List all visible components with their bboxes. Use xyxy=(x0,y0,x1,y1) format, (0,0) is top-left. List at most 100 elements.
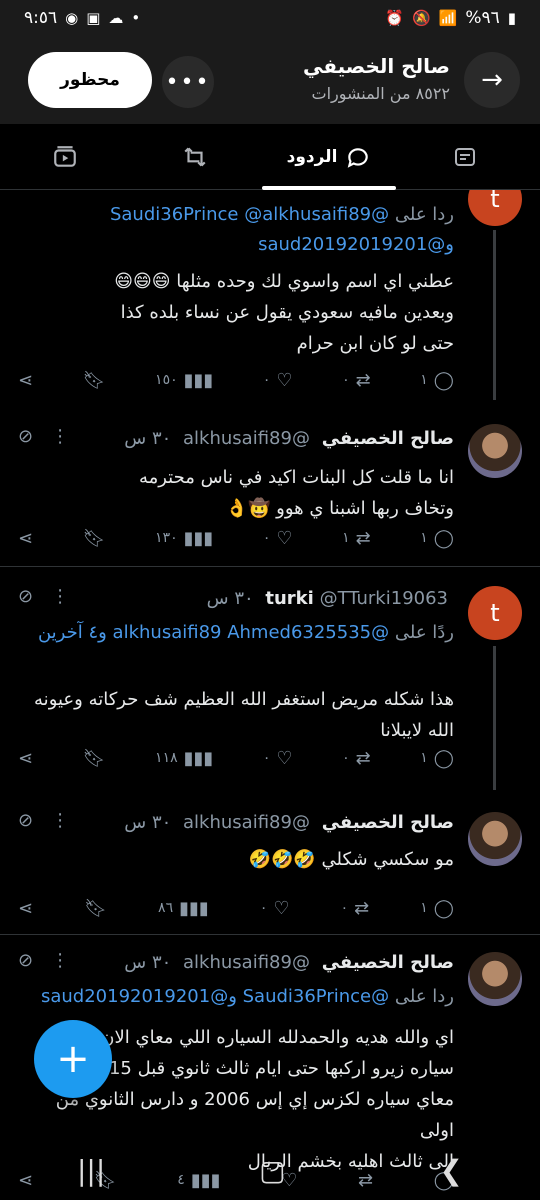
dot-icon: • xyxy=(131,9,141,27)
status-right-icons: ٩:٥٦ ◉ ▣ ☁ • xyxy=(24,8,140,28)
battery-percent: %٩٦ xyxy=(465,8,500,28)
share-button[interactable]: ⋖ xyxy=(18,898,33,919)
reply-button[interactable]: ١ ◯ xyxy=(420,748,454,769)
mention-link[interactable]: @Saudi36Prince و@saud20192019201 xyxy=(41,986,389,1007)
mute-icon: 🔕 xyxy=(411,9,431,27)
share-button[interactable]: ⋖ xyxy=(18,748,33,769)
share-button[interactable]: ⋖ xyxy=(18,528,33,549)
reply-button[interactable]: ١ ◯ xyxy=(420,898,454,919)
share-icon: ⋖ xyxy=(18,897,34,919)
video-icon xyxy=(54,146,76,167)
heart-icon: ♡ xyxy=(276,527,293,549)
tab-reposts[interactable] xyxy=(160,124,230,190)
kebab-menu-icon[interactable]: ⋮ xyxy=(51,950,69,971)
reply-icon: ◯ xyxy=(433,747,454,769)
wifi-icon: 📶 xyxy=(438,9,458,27)
author-handle[interactable]: @alkhusaifi89 xyxy=(183,428,310,449)
status-time: ٩:٥٦ xyxy=(24,8,58,28)
like-button[interactable]: ٠ ♡ xyxy=(263,370,293,391)
avatar[interactable]: t xyxy=(468,586,522,640)
like-button[interactable]: ٠ ♡ xyxy=(260,898,290,919)
retweet-button[interactable]: ١ ⇄ xyxy=(342,528,371,549)
recent-apps-icon[interactable]: ||| xyxy=(77,1154,105,1187)
bookmark-button[interactable]: 🔖︎ xyxy=(83,370,106,391)
tab-articles[interactable] xyxy=(430,124,500,190)
author-name[interactable]: صالح الخصيفي xyxy=(322,952,454,973)
grok-icon[interactable]: ⊘ xyxy=(18,950,33,971)
reply-button[interactable]: ١ ◯ xyxy=(420,528,454,549)
whatsapp-icon: ◉ xyxy=(65,9,79,27)
views-button[interactable]: ٨٦ ▮▮▮ xyxy=(158,898,209,919)
avatar[interactable] xyxy=(468,424,522,478)
author-name[interactable]: turki xyxy=(265,588,313,609)
bookmark-button[interactable]: 🔖︎ xyxy=(84,898,107,919)
avatar[interactable] xyxy=(468,812,522,866)
mention-link[interactable]: @Saudi36Prince @alkhusaifi89 xyxy=(110,204,389,225)
author-handle[interactable]: @alkhusaifi89 xyxy=(183,952,310,973)
bookmark-button[interactable]: 🔖︎ xyxy=(83,528,106,549)
author-name[interactable]: صالح الخصيفي xyxy=(322,812,454,833)
others-link[interactable]: و٤ آخرين xyxy=(38,622,107,643)
back-nav-icon[interactable]: ❮ xyxy=(440,1154,463,1187)
avatar[interactable] xyxy=(468,952,522,1006)
kebab-menu-icon[interactable]: ⋮ xyxy=(51,586,69,607)
back-button[interactable]: → xyxy=(464,52,520,108)
bookmark-icon: 🔖︎ xyxy=(82,747,106,769)
arrow-right-icon: → xyxy=(481,65,503,95)
tab-media[interactable] xyxy=(30,124,100,190)
tweet-item[interactable]: t turki @TTurki19063 ٣٠ س ⋮ ⊘ ردًا على @… xyxy=(0,568,540,790)
profile-tabs: الردود xyxy=(0,124,540,190)
author-handle[interactable]: @alkhusaifi89 xyxy=(183,812,310,833)
avatar[interactable]: t xyxy=(468,190,522,226)
reply-icon: ◯ xyxy=(433,897,454,919)
author-handle[interactable]: @TTurki19063 xyxy=(320,588,448,609)
retweet-button[interactable]: ٠ ⇄ xyxy=(342,748,371,769)
views-button[interactable]: ١٣٠ ▮▮▮ xyxy=(155,528,213,549)
retweet-icon: ⇄ xyxy=(355,747,371,769)
views-icon: ▮▮▮ xyxy=(183,527,214,549)
tweet-item[interactable]: صالح الخصيفي @alkhusaifi89 ٣٠ س ⋮ ⊘ مو س… xyxy=(0,790,540,926)
retweet-button[interactable]: ٠ ⇄ xyxy=(341,898,370,919)
cloud-icon: ☁ xyxy=(108,9,124,27)
views-button[interactable]: ١٥٠ ▮▮▮ xyxy=(155,370,213,391)
tweet-meta: صالح الخصيفي @alkhusaifi89 ٣٠ س xyxy=(124,812,454,833)
reply-button[interactable]: ١ ◯ xyxy=(420,370,454,391)
blocked-button[interactable]: محظور xyxy=(28,52,152,108)
mention-link[interactable]: @alkhusaifi89 Ahmed6325535 xyxy=(113,622,390,643)
grok-icon[interactable]: ⊘ xyxy=(18,586,33,607)
posts-count: ٨٥٢٢ من المنشورات xyxy=(311,84,450,103)
views-button[interactable]: ١١٨ ▮▮▮ xyxy=(155,748,213,769)
tweet-time: ٣٠ س xyxy=(124,952,172,973)
bookmark-icon: 🔖︎ xyxy=(84,897,107,919)
tweet-item[interactable]: صالح الخصيفي @alkhusaifi89 ٣٠ س ⋮ ⊘ انا … xyxy=(0,408,540,568)
grok-icon[interactable]: ⊘ xyxy=(18,810,33,831)
share-icon: ⋖ xyxy=(18,527,34,549)
compose-button[interactable]: + xyxy=(34,1020,112,1098)
home-icon[interactable]: ▢ xyxy=(259,1154,285,1187)
tab-replies[interactable]: الردود xyxy=(262,124,396,190)
like-button[interactable]: ٠ ♡ xyxy=(263,748,293,769)
tweet-options: ⋮ ⊘ xyxy=(18,586,69,607)
more-options-button[interactable]: ••• xyxy=(162,56,214,108)
battery-icon: ▮ xyxy=(507,9,516,27)
grok-icon[interactable]: ⊘ xyxy=(18,426,33,447)
retweet-icon: ⇄ xyxy=(355,527,371,549)
kebab-menu-icon[interactable]: ⋮ xyxy=(51,810,69,831)
replying-to: ردا على @Saudi36Prince و@saud20192019201 xyxy=(40,986,454,1007)
divider xyxy=(0,566,540,567)
tweet-options: ⋮ ⊘ xyxy=(18,810,69,831)
tweet-options: ⋮ ⊘ xyxy=(18,950,69,971)
author-name[interactable]: صالح الخصيفي xyxy=(322,428,454,449)
replying-to: ردًا على @alkhusaifi89 Ahmed6325535 و٤ آ… xyxy=(37,622,454,643)
image-icon: ▣ xyxy=(86,9,101,27)
bookmark-button[interactable]: 🔖︎ xyxy=(83,748,106,769)
mention-link[interactable]: و@saud20192019201 xyxy=(258,234,454,255)
share-button[interactable]: ⋖ xyxy=(18,370,33,391)
retweet-button[interactable]: ٠ ⇄ xyxy=(342,370,371,391)
like-button[interactable]: ٠ ♡ xyxy=(263,528,293,549)
tweet-item[interactable]: t ردا على @Saudi36Prince @alkhusaifi89 و… xyxy=(0,190,540,400)
system-nav-bar: ||| ▢ ❮ xyxy=(0,1140,540,1200)
kebab-menu-icon[interactable]: ⋮ xyxy=(51,426,69,447)
share-icon: ⋖ xyxy=(18,369,34,391)
reply-icon: ◯ xyxy=(433,527,454,549)
